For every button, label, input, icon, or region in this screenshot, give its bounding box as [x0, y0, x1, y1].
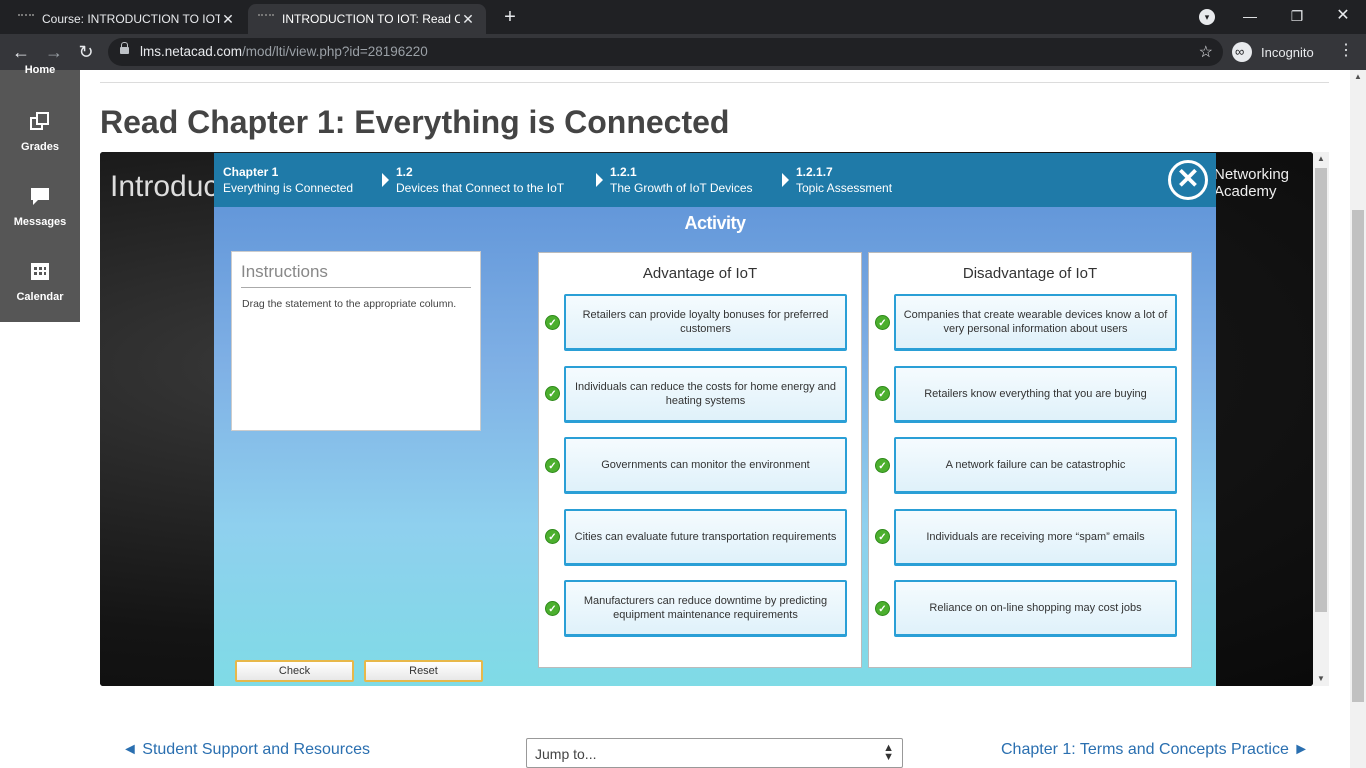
- correct-check-icon: ✓: [545, 458, 560, 473]
- scroll-up-icon[interactable]: ▲: [1350, 70, 1366, 84]
- draggable-statement[interactable]: Cities can evaluate future transportatio…: [564, 509, 847, 566]
- draggable-statement[interactable]: Retailers can provide loyalty bonuses fo…: [564, 294, 847, 351]
- chevron-right-icon: [596, 173, 603, 187]
- bookmark-star-icon[interactable]: ☆: [1199, 42, 1213, 62]
- draggable-statement[interactable]: Retailers know everything that you are b…: [894, 366, 1177, 423]
- breadcrumb-topic[interactable]: 1.2.1.7 Topic Assessment: [796, 164, 892, 196]
- correct-check-icon: ✓: [875, 386, 890, 401]
- instructions-title: Instructions: [241, 262, 471, 288]
- correct-check-icon: ✓: [875, 315, 890, 330]
- scrollbar-thumb[interactable]: [1352, 210, 1364, 702]
- activity-title: Activity: [684, 213, 746, 233]
- grades-icon: [30, 112, 49, 130]
- minimize-icon[interactable]: —: [1236, 4, 1264, 28]
- sidebar-item-label: Grades: [21, 141, 59, 153]
- browser-tab-bar: Course: INTRODUCTION TO IOT ✕ INTRODUCTI…: [0, 0, 1366, 34]
- disadvantage-column[interactable]: Disadvantage of IoT ✓ Companies that cre…: [868, 252, 1192, 668]
- back-icon[interactable]: ←: [9, 40, 33, 64]
- tab-title: INTRODUCTION TO IOT: Read Ch: [282, 12, 460, 26]
- activity-breadcrumb-bar: Chapter 1 Everything is Connected 1.2 De…: [214, 153, 1216, 207]
- draggable-statement[interactable]: Individuals are receiving more “spam” em…: [894, 509, 1177, 566]
- scroll-up-icon[interactable]: ▲: [1313, 152, 1329, 166]
- course-sidebar: Home Grades Messages Calendar: [0, 64, 80, 322]
- correct-check-icon: ✓: [875, 601, 890, 616]
- url-text: lms.netacad.com/mod/lti/view.php?id=2819…: [140, 44, 428, 59]
- correct-check-icon: ✓: [545, 601, 560, 616]
- messages-icon: [31, 188, 49, 205]
- draggable-statement[interactable]: Governments can monitor the environment: [564, 437, 847, 494]
- prev-activity-link[interactable]: ◄ Student Support and Resources: [122, 741, 370, 759]
- reset-button[interactable]: Reset: [364, 660, 483, 682]
- incognito-label: Incognito: [1261, 44, 1314, 60]
- sidebar-item-label: Home: [24, 64, 56, 76]
- draggable-statement[interactable]: Companies that create wearable devices k…: [894, 294, 1177, 351]
- embed-intro-text: Introduc: [110, 170, 219, 203]
- chevron-right-icon: [382, 173, 389, 187]
- scrollbar-thumb[interactable]: [1315, 168, 1327, 612]
- favicon-icon: [18, 14, 34, 24]
- tab-search-icon[interactable]: ▾: [1199, 9, 1215, 25]
- sidebar-item-label: Messages: [13, 216, 67, 228]
- new-tab-icon[interactable]: +: [498, 5, 522, 29]
- close-window-icon[interactable]: ✕: [1329, 4, 1357, 28]
- embed-scrollbar[interactable]: ▲ ▼: [1313, 152, 1329, 686]
- correct-check-icon: ✓: [875, 458, 890, 473]
- close-tab-icon[interactable]: ✕: [460, 11, 476, 28]
- browser-menu-icon[interactable]: ⋮: [1338, 40, 1354, 60]
- scroll-down-icon[interactable]: ▼: [1313, 672, 1329, 686]
- column-title: Advantage of IoT: [642, 265, 758, 282]
- correct-check-icon: ✓: [545, 315, 560, 330]
- correct-check-icon: ✓: [545, 386, 560, 401]
- networking-academy-logo: Networking Academy: [1214, 166, 1290, 200]
- jump-to-label: Jump to...: [535, 746, 597, 762]
- select-arrows-icon: ▲ ▼: [883, 742, 894, 763]
- forward-icon[interactable]: →: [42, 40, 66, 64]
- breadcrumb-section[interactable]: 1.2 Devices that Connect to the IoT: [396, 164, 564, 196]
- browser-toolbar: ← → ↻ lms.netacad.com/mod/lti/view.php?i…: [0, 34, 1366, 70]
- browser-tab-read-chapter[interactable]: INTRODUCTION TO IOT: Read Ch ✕: [248, 4, 486, 34]
- draggable-statement[interactable]: Reliance on on-line shopping may cost jo…: [894, 580, 1177, 637]
- lock-icon: [120, 42, 129, 57]
- address-bar[interactable]: lms.netacad.com/mod/lti/view.php?id=2819…: [108, 38, 1223, 66]
- close-activity-button[interactable]: ✕: [1168, 160, 1208, 200]
- instructions-box: Instructions Drag the statement to the a…: [231, 251, 481, 431]
- page-scrollbar[interactable]: ▲: [1350, 70, 1366, 768]
- breadcrumb-subsection[interactable]: 1.2.1 The Growth of IoT Devices: [610, 164, 753, 196]
- jump-to-select[interactable]: Jump to... ▲ ▼: [526, 738, 903, 768]
- calendar-icon: [31, 263, 49, 280]
- correct-check-icon: ✓: [545, 529, 560, 544]
- draggable-statement[interactable]: Manufacturers can reduce downtime by pre…: [564, 580, 847, 637]
- draggable-statement[interactable]: Individuals can reduce the costs for hom…: [564, 366, 847, 423]
- sidebar-item-home[interactable]: Home: [0, 64, 80, 76]
- incognito-indicator[interactable]: Incognito: [1232, 39, 1324, 65]
- tab-title: Course: INTRODUCTION TO IOT: [42, 12, 220, 26]
- advantage-column[interactable]: Advantage of IoT ✓ Retailers can provide…: [538, 252, 862, 668]
- check-button[interactable]: Check: [235, 660, 354, 682]
- sidebar-item-label: Calendar: [16, 291, 64, 303]
- sidebar-item-grades[interactable]: Grades: [0, 110, 80, 153]
- sidebar-item-calendar[interactable]: Calendar: [0, 260, 80, 303]
- chevron-right-icon: [782, 173, 789, 187]
- close-tab-icon[interactable]: ✕: [220, 11, 236, 28]
- reload-icon[interactable]: ↻: [74, 40, 98, 64]
- restore-icon[interactable]: ❐: [1283, 4, 1311, 28]
- divider: [100, 82, 1329, 83]
- incognito-icon: [1232, 42, 1252, 62]
- draggable-statement[interactable]: A network failure can be catastrophic: [894, 437, 1177, 494]
- activity-panel: Chapter 1 Everything is Connected 1.2 De…: [214, 153, 1216, 686]
- next-activity-link[interactable]: Chapter 1: Terms and Concepts Practice ►: [1001, 741, 1309, 759]
- browser-tab-course[interactable]: Course: INTRODUCTION TO IOT ✕: [8, 4, 246, 34]
- favicon-icon: [258, 14, 274, 24]
- correct-check-icon: ✓: [875, 529, 890, 544]
- page-title: Read Chapter 1: Everything is Connected: [100, 104, 730, 140]
- column-title: Disadvantage of IoT: [962, 265, 1098, 282]
- breadcrumb-chapter[interactable]: Chapter 1 Everything is Connected: [223, 164, 353, 196]
- sidebar-item-messages[interactable]: Messages: [0, 185, 80, 228]
- instructions-body: Drag the statement to the appropriate co…: [242, 298, 457, 310]
